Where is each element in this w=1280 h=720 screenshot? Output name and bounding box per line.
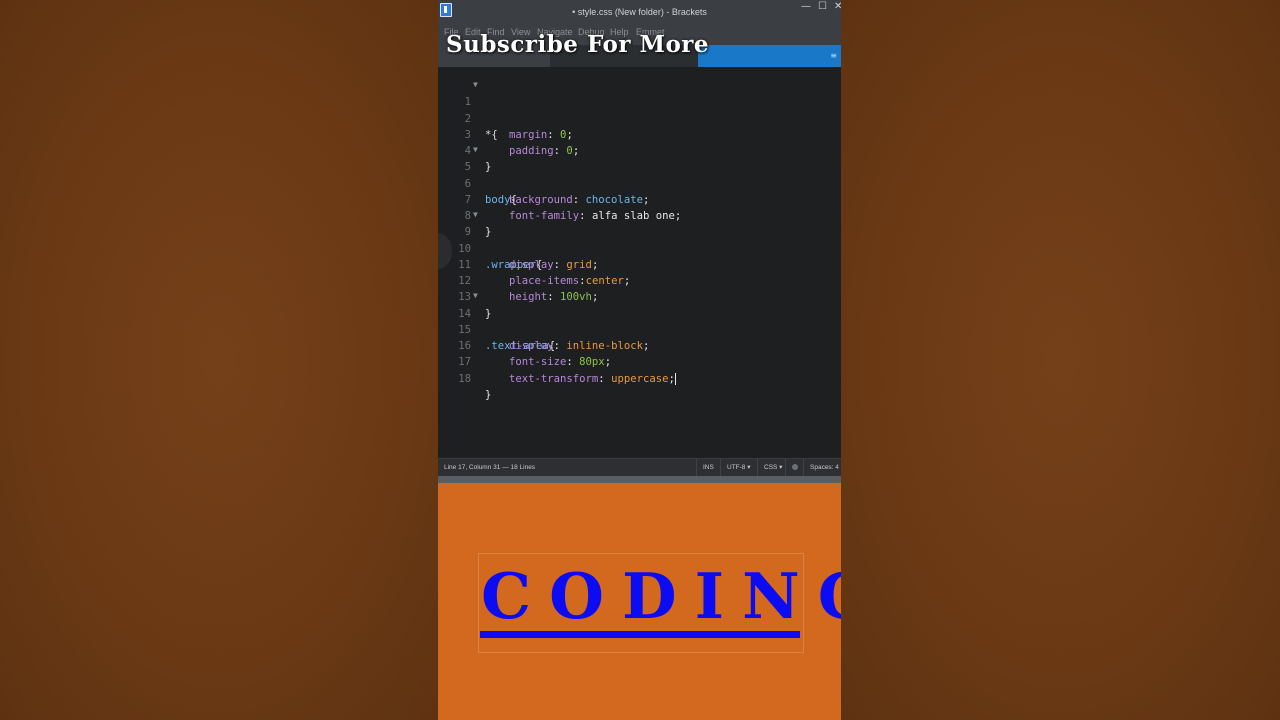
- value: 80px: [579, 356, 605, 369]
- cursor-position[interactable]: Line 17, Column 31 — 18 Lines: [444, 464, 535, 471]
- property: font-family: [509, 210, 580, 222]
- window-title: • style.css (New folder) - Brackets: [572, 7, 707, 17]
- code-line[interactable]: 2 margin: 0;: [438, 94, 573, 141]
- encoding-dropdown[interactable]: UTF-8 ▾: [720, 459, 759, 477]
- property: text-transform: [509, 372, 599, 385]
- value: grid: [566, 258, 592, 271]
- indent-spaces[interactable]: Spaces: 4: [803, 459, 841, 477]
- code-line[interactable]: 4 }: [438, 127, 492, 173]
- fold-arrow-icon[interactable]: ▼: [473, 207, 478, 223]
- hamburger-icon[interactable]: ≡: [830, 51, 837, 60]
- property: place-items: [509, 275, 580, 287]
- title-bar: • style.css (New folder) - Brackets — ☐ …: [438, 0, 841, 24]
- lint-dot-icon: [792, 464, 798, 471]
- code-line[interactable]: 8 }: [438, 192, 492, 238]
- code-lines: 1 ▼ *{ 2 margin: 0; 3 padding: 0; 4 } 5 …: [438, 77, 682, 401]
- live-preview-divider: [438, 476, 841, 483]
- subscribe-overlay-text: Subscribe For More: [446, 31, 710, 58]
- close-icon[interactable]: ✕: [834, 2, 841, 12]
- closing-brace: }: [485, 388, 492, 401]
- property: background: [509, 193, 573, 206]
- code-line[interactable]: 15 display: inline-block;: [438, 306, 649, 352]
- property: height: [509, 291, 548, 304]
- property: font-size: [509, 356, 567, 369]
- code-line[interactable]: 1 ▼ *{: [438, 77, 498, 141]
- code-line[interactable]: 14 ▼ .text-area{: [438, 288, 555, 352]
- value: chocolate: [585, 193, 643, 206]
- minimize-icon[interactable]: —: [801, 2, 811, 12]
- property: padding: [509, 145, 554, 157]
- code-line[interactable]: 13 }: [438, 273, 491, 319]
- maximize-icon[interactable]: ☐: [818, 2, 827, 12]
- code-line[interactable]: 5 ▼ body{: [438, 142, 517, 206]
- browser-preview: CODING: [438, 483, 841, 720]
- video-frame: • style.css (New folder) - Brackets — ☐ …: [438, 0, 841, 720]
- property: margin: [509, 128, 548, 141]
- code-line[interactable]: 7 font-family: alfa slab one;: [438, 176, 682, 222]
- line-number: 18: [458, 372, 471, 385]
- fold-arrow-icon[interactable]: ▼: [473, 77, 478, 93]
- insert-mode-toggle[interactable]: INS: [696, 459, 723, 477]
- background-left: [0, 0, 438, 720]
- code-line[interactable]: 10 display: grid;: [438, 224, 598, 271]
- code-line[interactable]: 18 }: [438, 354, 491, 401]
- coding-heading: CODING: [481, 559, 841, 633]
- property: display: [509, 340, 554, 352]
- coding-underline: [480, 631, 800, 638]
- value: inline-block: [566, 340, 643, 352]
- code-line[interactable]: 3 padding: 0;: [438, 111, 580, 157]
- code-line[interactable]: 16 font-size: 80px;: [438, 322, 611, 368]
- property: display: [509, 258, 554, 271]
- fold-arrow-icon[interactable]: ▼: [473, 288, 478, 304]
- value: center: [585, 275, 624, 287]
- code-line[interactable]: 6 background: chocolate;: [438, 159, 650, 206]
- code-line[interactable]: 11 place-items:center;: [438, 241, 630, 287]
- code-line[interactable]: 17 text-transform: uppercase;: [438, 338, 676, 385]
- fold-arrow-icon[interactable]: ▼: [473, 142, 478, 158]
- code-editor[interactable]: 1 ▼ *{ 2 margin: 0; 3 padding: 0; 4 } 5 …: [438, 67, 841, 458]
- toolbar-accent: ≡: [698, 45, 841, 67]
- language-dropdown[interactable]: CSS ▾: [757, 459, 788, 477]
- code-line[interactable]: 12 height: 100vh;: [438, 257, 598, 303]
- value: alfa slab one: [591, 210, 675, 222]
- background-right: [841, 0, 1280, 720]
- value: 100vh: [560, 291, 592, 304]
- status-bar: Line 17, Column 31 — 18 Lines INS UTF-8 …: [438, 458, 841, 477]
- value: uppercase: [611, 372, 669, 385]
- text-cursor: [674, 372, 676, 385]
- code-line[interactable]: 9 ▼ .wrapper{: [438, 207, 543, 271]
